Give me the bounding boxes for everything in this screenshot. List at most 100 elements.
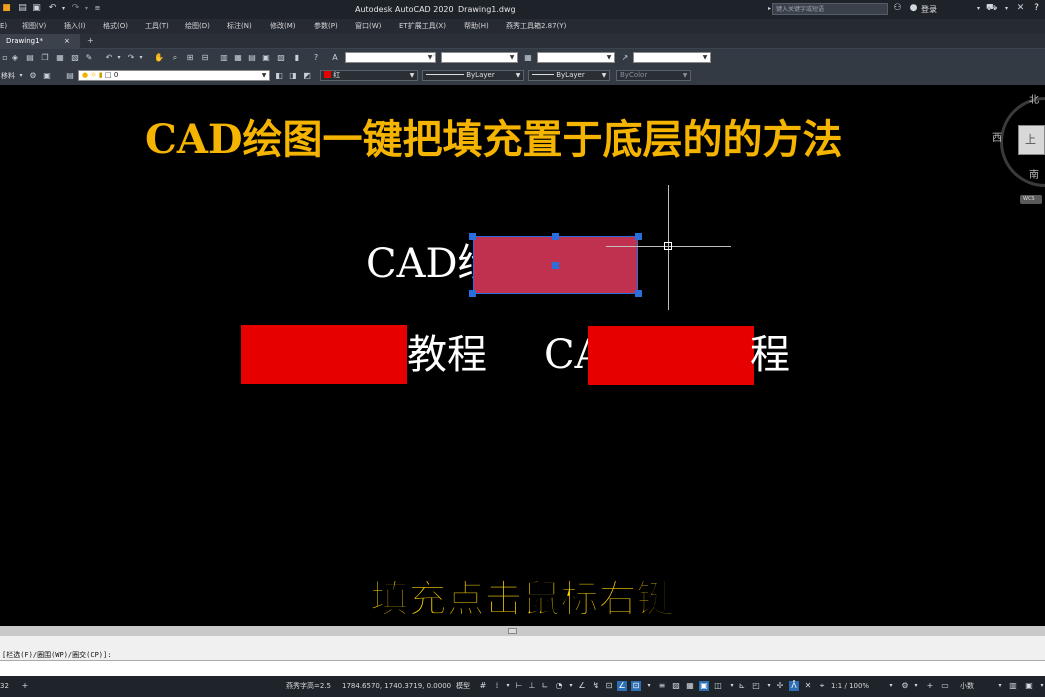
people-icon[interactable]: ⚇ — [892, 3, 903, 14]
menu-edit[interactable]: E) — [0, 21, 7, 32]
tool-palettes-icon[interactable]: ▤ — [247, 53, 257, 63]
menu-help[interactable]: 帮助(H) — [464, 21, 489, 32]
drawing-canvas[interactable]: CAD绘图一键把填充置于底层的的方法 CAD绘 教程 CA 程 北 西 南 上 … — [0, 85, 1045, 626]
quick-properties-icon[interactable]: ▥ — [1008, 681, 1018, 691]
toolbar-redo-dropdown-icon[interactable]: ▾ — [136, 53, 146, 63]
grip-top-mid[interactable] — [552, 233, 559, 240]
customize-quick-access-icon[interactable]: ≡ — [92, 3, 103, 14]
table-style-select[interactable]: ▼ — [537, 52, 615, 63]
layer-select[interactable]: ● ☼ ▮ □ 0 ▼ — [78, 70, 270, 81]
color-select[interactable]: 红 ▼ — [320, 70, 418, 81]
annotation-plus-icon[interactable]: + — [925, 681, 935, 691]
splitter-grip-icon[interactable] — [508, 628, 517, 634]
annotation-monitor-icon[interactable]: ✕ — [803, 681, 813, 691]
zoom-previous-icon[interactable]: ⊟ — [200, 53, 210, 63]
brush-icon[interactable]: ✎ — [84, 53, 94, 63]
help-search-box[interactable]: 键入关键字或短语 — [772, 3, 888, 15]
login-link[interactable]: 登录 — [921, 4, 937, 15]
polar-dropdown-icon[interactable]: ▾ — [566, 681, 576, 691]
viewport-scale-icon[interactable]: ⌖ — [817, 681, 827, 691]
user-icon[interactable]: ● — [908, 3, 919, 14]
transparency-display-icon[interactable]: ▨ — [671, 681, 681, 691]
zoom-window-icon[interactable]: ⊞ — [185, 53, 195, 63]
command-splitter[interactable] — [0, 626, 1045, 636]
copy-icon[interactable]: ❐ — [40, 53, 50, 63]
layer-settings-icon[interactable]: ⚙ — [28, 71, 38, 81]
status-units[interactable]: 小数 — [960, 681, 974, 692]
snap-icon[interactable]: ⁞ — [492, 681, 502, 691]
dim-style-select[interactable]: ▼ — [441, 52, 518, 63]
undo-dropdown-icon[interactable]: ▾ — [58, 3, 69, 14]
menu-view[interactable]: 视图(V) — [22, 21, 46, 32]
layer-match-icon[interactable]: ◨ — [288, 71, 298, 81]
dynamic-input-icon[interactable]: ⊥ — [527, 681, 537, 691]
customize-icon[interactable]: ▾ — [1037, 681, 1045, 691]
match-properties-icon[interactable]: ▧ — [70, 53, 80, 63]
transparency-icon[interactable]: ⊡ — [631, 681, 641, 691]
zoom-realtime-icon[interactable]: ⌕ — [170, 53, 180, 63]
shield-icon[interactable]: ◈ — [10, 53, 20, 63]
wcs-menu[interactable]: WCS — [1020, 195, 1042, 204]
units-dropdown-icon[interactable]: ▾ — [995, 681, 1005, 691]
plotstyle-select[interactable]: ByColor ▼ — [616, 70, 691, 81]
workspace-gear-icon[interactable]: ⚙ — [900, 681, 910, 691]
new-icon[interactable]: ▫ — [0, 53, 10, 63]
autoscale-icon[interactable]: ✢ — [775, 681, 785, 691]
dynamic-ucs-icon[interactable]: ◫ — [713, 681, 723, 691]
multileader-style-select[interactable]: ▼ — [633, 52, 711, 63]
gizmo-icon[interactable]: ⊾ — [737, 681, 747, 691]
viewcube-north-label[interactable]: 北 — [1029, 95, 1039, 107]
object-snap-tracking-icon[interactable]: ↯ — [591, 681, 601, 691]
tab-drawing1[interactable]: Drawing1* × — [0, 34, 80, 48]
grid-icon[interactable]: # — [478, 681, 488, 691]
menu-modify[interactable]: 修改(M) — [270, 21, 296, 32]
selection-filter-dropdown-icon[interactable]: ▾ — [727, 681, 737, 691]
red-hatch-right[interactable] — [588, 326, 754, 385]
layer-properties-icon[interactable]: ▤ — [65, 71, 75, 81]
viewcube-top-face[interactable]: 上 — [1018, 125, 1045, 155]
status-coordinates[interactable]: 1784.6570, 1740.3719, 0.0000 — [342, 681, 451, 692]
object-snap-icon[interactable]: ⊡ — [604, 681, 614, 691]
undo-icon[interactable]: ↶ — [47, 3, 58, 14]
quickcalc-icon[interactable]: ▮ — [292, 53, 302, 63]
tab-close-icon[interactable]: × — [64, 36, 70, 46]
paste-icon[interactable]: ▦ — [55, 53, 65, 63]
command-input-line[interactable] — [0, 660, 1045, 677]
new-tab-icon[interactable]: + — [87, 36, 94, 46]
pan-icon[interactable]: ✋ — [154, 53, 164, 63]
text-style-select[interactable]: ▼ — [345, 52, 436, 63]
lineweight-icon[interactable]: ∠ — [617, 681, 627, 691]
workspace-dropdown-icon[interactable]: ▾ — [911, 681, 921, 691]
open-file-icon[interactable]: ▤ — [17, 3, 28, 14]
annotation-dropdown-icon[interactable]: ▾ — [764, 681, 774, 691]
layer-state-icon[interactable]: ▣ — [42, 71, 52, 81]
text-style-icon[interactable]: A — [330, 53, 340, 63]
grip-bottom-right[interactable] — [635, 290, 642, 297]
menu-window[interactable]: 窗口(W) — [355, 21, 381, 32]
grip-top-right[interactable] — [635, 233, 642, 240]
osnap-dropdown-icon[interactable]: ▾ — [644, 681, 654, 691]
menu-format[interactable]: 格式(O) — [103, 21, 128, 32]
login-dropdown-icon[interactable]: ▾ — [973, 3, 984, 14]
cart-dropdown-icon[interactable]: ▾ — [1001, 3, 1012, 14]
units-icon[interactable]: ▭ — [940, 681, 950, 691]
multileader-style-icon[interactable]: ↗ — [620, 53, 630, 63]
annotation-visibility-icon[interactable]: ◰ — [751, 681, 761, 691]
menu-insert[interactable]: 插入(I) — [64, 21, 86, 32]
menu-parametric[interactable]: 参数(P) — [314, 21, 338, 32]
viewcube-south-label[interactable]: 南 — [1029, 170, 1039, 182]
print-icon[interactable]: ▤ — [25, 53, 35, 63]
menu-dimension[interactable]: 标注(N) — [227, 21, 252, 32]
clean-screen-icon[interactable]: ▣ — [1024, 681, 1034, 691]
table-style-icon[interactable]: ▦ — [523, 53, 533, 63]
grip-bottom-left[interactable] — [469, 290, 476, 297]
properties-icon[interactable]: ▥ — [219, 53, 229, 63]
annotation-scale-icon[interactable]: ᐰ — [789, 681, 799, 691]
redo-icon[interactable]: ↷ — [70, 3, 81, 14]
viewcube-west-label[interactable]: 西 — [992, 133, 1002, 145]
polar-icon[interactable]: ◔ — [554, 681, 564, 691]
menu-draw[interactable]: 绘图(D) — [185, 21, 210, 32]
cart-icon[interactable]: ⛟ — [986, 3, 997, 14]
toolbar-help-icon[interactable]: ? — [311, 53, 321, 63]
menu-tools[interactable]: 工具(T) — [145, 21, 169, 32]
